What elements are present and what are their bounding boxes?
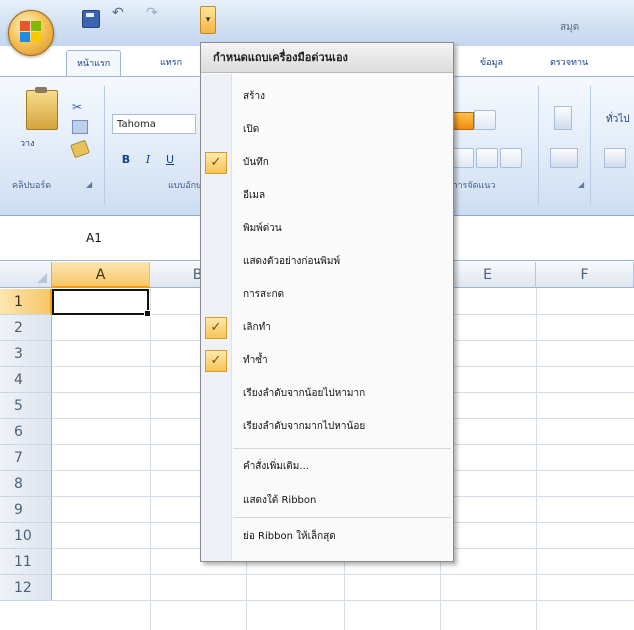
office-button[interactable] — [8, 10, 54, 56]
menu-item[interactable]: ✓ ทำซ้ำ — [205, 349, 449, 373]
row-header[interactable]: 6 — [0, 419, 52, 445]
row-header[interactable]: 2 — [0, 315, 52, 341]
orientation-icon[interactable] — [474, 110, 496, 130]
merge-center-icon[interactable] — [550, 148, 578, 168]
menu-item-label: เลิกทำ — [243, 322, 271, 333]
column-header[interactable]: A — [52, 262, 150, 288]
name-box[interactable]: A1 — [12, 226, 190, 250]
group-divider — [590, 86, 591, 204]
grid-line — [52, 574, 634, 575]
alignment-group-label: การจัดแนว — [452, 181, 496, 191]
decrease-indent-icon[interactable] — [476, 148, 498, 168]
paste-button-label[interactable]: วาง — [20, 136, 35, 150]
row-header[interactable]: 1 — [0, 289, 52, 315]
tab-insert[interactable]: แทรก — [150, 52, 192, 74]
row-header[interactable]: 3 — [0, 341, 52, 367]
menu-item[interactable]: ✓ เลิกทำ — [205, 316, 449, 340]
menu-item[interactable]: แสดงตัวอย่างก่อนพิมพ์ — [233, 250, 449, 274]
row-header[interactable]: 12 — [0, 575, 52, 601]
window-title: สมุด — [560, 22, 580, 33]
menu-separator — [233, 517, 451, 518]
menu-item-label: อีเมล — [243, 190, 266, 201]
row-header[interactable]: 8 — [0, 471, 52, 497]
font-name-field[interactable]: Tahoma — [112, 114, 196, 134]
menu-item[interactable]: พิมพ์ด่วน — [233, 217, 449, 241]
menu-item-label: คำสั่งเพิ่มเติม... — [243, 461, 309, 472]
dialog-launcher-icon[interactable]: ◢ — [86, 180, 92, 189]
menu-item-label: ย่อ Ribbon ให้เล็กสุด — [243, 531, 336, 542]
checkmark-icon: ✓ — [205, 317, 227, 339]
clipboard-group-label: คลิปบอร์ด — [12, 181, 52, 191]
tab-review[interactable]: ตรวจทาน — [540, 52, 598, 74]
menu-item[interactable]: การสะกด — [233, 283, 449, 307]
group-divider — [104, 86, 105, 204]
save-icon[interactable] — [82, 10, 100, 28]
menu-item-label: เปิด — [243, 124, 260, 135]
underline-button[interactable]: U — [160, 150, 180, 170]
menu-item-label: บันทึก — [243, 157, 269, 168]
redo-icon[interactable]: ↷ — [146, 5, 162, 21]
menu-item-label: เรียงลำดับจากมากไปหาน้อย — [243, 421, 366, 432]
menu-item-label: การสะกด — [243, 289, 285, 300]
increase-indent-icon[interactable] — [500, 148, 522, 168]
menu-item[interactable]: เรียงลำดับจากมากไปหาน้อย — [233, 415, 449, 439]
row-header[interactable]: 9 — [0, 497, 52, 523]
checkmark-icon: ✓ — [205, 152, 227, 174]
office-logo-icon — [20, 21, 42, 43]
active-cell[interactable] — [52, 289, 151, 317]
number-format-label[interactable]: ทั่วไป — [606, 112, 630, 127]
column-header[interactable]: F — [536, 262, 634, 288]
cut-icon[interactable]: ✂ — [72, 100, 86, 114]
dialog-launcher-icon[interactable]: ◢ — [578, 180, 584, 189]
checkmark-icon: ✓ — [205, 350, 227, 372]
customize-quick-access-menu: กำหนดแถบเครื่องมือด่วนเอง สร้างเปิด ✓ บันท… — [200, 42, 454, 562]
menu-item-label: แสดงใต้ Ribbon — [243, 495, 317, 506]
grid-line — [52, 600, 634, 601]
tab-data[interactable]: ข้อมูล — [470, 52, 513, 74]
tab-home[interactable]: หน้าแรก — [66, 50, 122, 77]
menu-item-minimize-ribbon[interactable]: ย่อ Ribbon ให้เล็กสุด — [233, 525, 449, 549]
number-format-icon[interactable] — [604, 148, 626, 168]
menu-item-label: ทำซ้ำ — [243, 355, 268, 366]
column-header[interactable]: E — [440, 262, 536, 288]
menu-item[interactable]: สร้าง — [233, 85, 449, 109]
menu-item[interactable]: เปิด — [233, 118, 449, 142]
menu-item[interactable]: ✓ บันทึก — [205, 151, 449, 175]
italic-button[interactable]: I — [138, 150, 158, 170]
row-header[interactable]: 5 — [0, 393, 52, 419]
menu-item[interactable]: เรียงลำดับจากน้อยไปหามาก — [233, 382, 449, 406]
select-all-corner[interactable] — [0, 262, 52, 288]
menu-item-label: เรียงลำดับจากน้อยไปหามาก — [243, 388, 366, 399]
align-right-icon[interactable] — [452, 148, 474, 168]
customize-quick-access-dropdown[interactable]: ▾ — [200, 6, 216, 34]
menu-item-show-below-ribbon[interactable]: แสดงใต้ Ribbon — [233, 489, 449, 513]
row-header[interactable]: 11 — [0, 549, 52, 575]
undo-icon[interactable]: ↶ — [112, 5, 128, 21]
menu-item-label: สร้าง — [243, 91, 265, 102]
bold-button[interactable]: B — [116, 150, 136, 170]
menu-item-more-commands[interactable]: คำสั่งเพิ่มเติม... — [233, 455, 449, 479]
paste-icon[interactable] — [26, 87, 58, 130]
menu-separator — [233, 448, 451, 449]
menu-item[interactable]: อีเมล — [233, 184, 449, 208]
menu-title: กำหนดแถบเครื่องมือด่วนเอง — [201, 43, 453, 73]
menu-item-label: พิมพ์ด่วน — [243, 223, 282, 234]
group-divider — [538, 86, 539, 204]
row-header[interactable]: 10 — [0, 523, 52, 549]
row-header[interactable]: 4 — [0, 367, 52, 393]
wrap-text-icon[interactable] — [554, 106, 572, 130]
copy-icon[interactable] — [72, 120, 88, 134]
row-header[interactable]: 7 — [0, 445, 52, 471]
menu-item-label: แสดงตัวอย่างก่อนพิมพ์ — [243, 256, 341, 267]
